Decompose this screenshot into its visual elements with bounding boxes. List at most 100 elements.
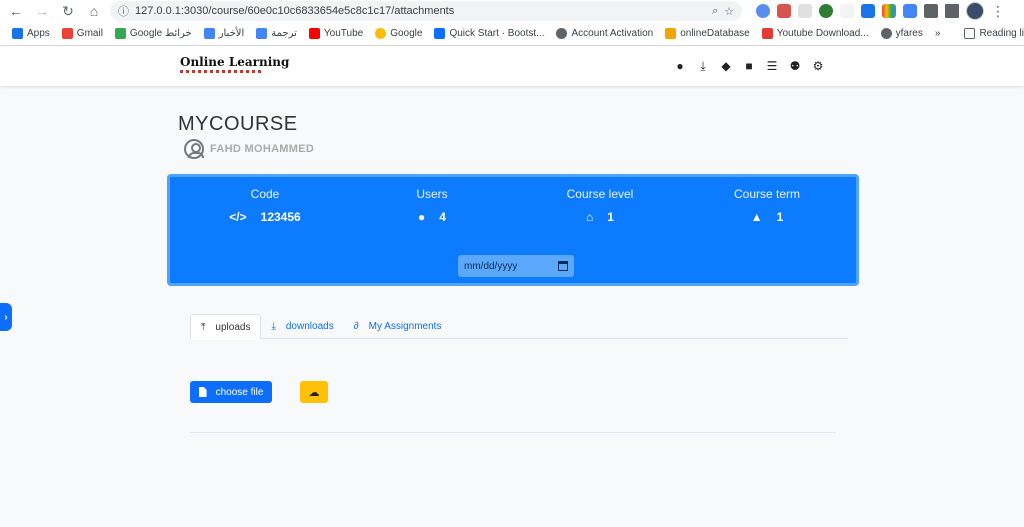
- bookmark-apps[interactable]: Apps: [6, 28, 56, 39]
- video-icon[interactable]: ■: [743, 59, 755, 74]
- bookmark-maps[interactable]: Google خرائط: [109, 28, 198, 39]
- extensions: ⋮: [756, 2, 1005, 20]
- users-icon[interactable]: ⚉: [789, 59, 801, 74]
- level-label: Course level: [566, 187, 634, 201]
- download-icon: ⤓: [271, 321, 276, 332]
- term-value: 1: [776, 210, 784, 224]
- bookmark-label: yfares: [895, 28, 923, 39]
- file-icon: [198, 387, 207, 397]
- calendar-icon[interactable]: [558, 261, 568, 271]
- instructor: FAHD MOHAMMED: [184, 139, 314, 159]
- bookmark-google[interactable]: Google: [369, 28, 428, 39]
- users-value: 4: [439, 210, 446, 224]
- profile-avatar[interactable]: [966, 2, 984, 20]
- course-info-card: Code </> 123456 Users ● 4 Course level ⌂…: [167, 174, 859, 286]
- choose-file-button[interactable]: choose file: [190, 381, 272, 403]
- reading-list[interactable]: Reading list: [958, 28, 1024, 39]
- playlist-icon[interactable]: [945, 4, 959, 18]
- date-input[interactable]: mm/dd/yyyy: [458, 255, 574, 277]
- extension-icon[interactable]: [882, 4, 896, 18]
- user-icon[interactable]: ●: [674, 59, 686, 74]
- code-label: Code: [250, 187, 280, 201]
- logo-text: Online Learning: [180, 55, 290, 69]
- sidebar-toggle-button[interactable]: ›: [0, 303, 12, 331]
- users-value-row: ● 4: [342, 210, 522, 224]
- bookmark-yfares[interactable]: yfares: [875, 28, 929, 39]
- back-icon[interactable]: ←: [6, 1, 26, 21]
- tab-uploads[interactable]: ⤒ uploads: [190, 314, 262, 340]
- reload-icon[interactable]: ↻: [58, 1, 78, 21]
- site-logo[interactable]: Online Learning: [180, 55, 289, 73]
- extension-icon[interactable]: [861, 4, 875, 18]
- bookmark-label: Google: [390, 28, 423, 39]
- extension-icon[interactable]: [840, 4, 854, 18]
- code-icon: </>: [229, 210, 247, 224]
- youtube-icon: [308, 28, 320, 39]
- download-icon[interactable]: ⤓: [697, 59, 709, 74]
- bookmark-database[interactable]: onlineDatabase: [659, 28, 756, 39]
- tab-downloads[interactable]: ⤓ downloads: [261, 314, 343, 339]
- bookmark-label: Google خرائط: [129, 28, 192, 39]
- bookmark-label: ترجمة: [271, 28, 297, 39]
- user-icon: ●: [418, 210, 426, 224]
- bookmark-bootstrap[interactable]: Quick Start · Bootst...: [428, 28, 550, 39]
- translate-icon: [256, 28, 268, 39]
- extension-icon[interactable]: [903, 4, 917, 18]
- extension-icon[interactable]: [819, 4, 833, 18]
- date-placeholder: mm/dd/yyyy: [464, 260, 518, 272]
- tab-assignments[interactable]: ∂ My Assignments: [344, 314, 452, 339]
- more-bookmarks[interactable]: »: [929, 28, 947, 39]
- globe-icon: [556, 28, 568, 39]
- list-icon[interactable]: ☰: [766, 59, 778, 74]
- bookmark-gmail[interactable]: Gmail: [56, 28, 109, 39]
- menu-icon[interactable]: ⋮: [991, 3, 1005, 20]
- bookmark-label: Gmail: [76, 28, 103, 39]
- cloud-upload-icon: ☁: [308, 386, 320, 399]
- tab-label: uploads: [215, 321, 251, 333]
- upload-button[interactable]: ☁: [300, 381, 328, 403]
- bookmark-translate[interactable]: ترجمة: [250, 28, 303, 39]
- star-icon[interactable]: ☆: [724, 5, 734, 18]
- extension-icon[interactable]: [798, 4, 812, 18]
- forward-icon[interactable]: →: [32, 1, 52, 21]
- term-label: Course term: [733, 187, 801, 201]
- info-level: Course level ⌂ 1: [510, 187, 690, 224]
- code-value-row: </> 123456: [175, 210, 355, 224]
- bookmark-label: YouTube: [323, 28, 364, 39]
- bookmark-youtube[interactable]: YouTube: [303, 28, 369, 39]
- google-icon: [375, 28, 387, 39]
- browser-toolbar: ← → ↻ ⌂ ⓘ 127.0.0.1:3030/course/60e0c10c…: [0, 0, 1024, 22]
- zoom-icon[interactable]: ⌕: [712, 5, 718, 18]
- database-icon: [665, 28, 677, 39]
- tab-label: My Assignments: [368, 321, 442, 332]
- navbar-icons: ● ⤓ ◆ ■ ☰ ⚉ ⚙: [674, 59, 824, 74]
- apps-icon: [12, 28, 23, 39]
- bookmark-label: الأخبار: [218, 28, 245, 39]
- instructor-name: FAHD MOHAMMED: [210, 143, 315, 155]
- upload-icon: ⤒: [201, 321, 206, 333]
- bookmark-label: Account Activation: [571, 28, 654, 39]
- reading-list-label: Reading list: [979, 28, 1024, 39]
- bookmark-label: Apps: [27, 28, 50, 39]
- puzzle-icon[interactable]: [924, 4, 938, 18]
- bookmark-label: Youtube Download...: [776, 28, 869, 39]
- bookmark-ytdownload[interactable]: Youtube Download...: [756, 28, 875, 39]
- bookmark-label: Quick Start · Bootst...: [449, 28, 545, 39]
- bookmark-news[interactable]: الأخبار: [198, 28, 251, 39]
- download-bookmark-icon: [761, 28, 773, 39]
- maps-icon: [114, 28, 126, 39]
- home-icon[interactable]: ⌂: [84, 1, 104, 21]
- settings-icon[interactable]: ⚙: [812, 59, 824, 74]
- level-value-row: ⌂ 1: [510, 210, 690, 224]
- divider: [190, 432, 836, 433]
- bookmark-activation[interactable]: Account Activation: [550, 28, 659, 39]
- extension-icon[interactable]: [777, 4, 791, 18]
- comments-icon[interactable]: ◆: [720, 59, 732, 74]
- paperclip-icon: ∂: [353, 321, 359, 332]
- bookmarks-bar: Apps Gmail Google خرائط الأخبار ترجمة Yo…: [0, 22, 1024, 46]
- url-text[interactable]: 127.0.0.1:3030/course/60e0c10c6833654e5c…: [135, 5, 706, 17]
- address-bar[interactable]: ⓘ 127.0.0.1:3030/course/60e0c10c6833654e…: [110, 1, 742, 21]
- info-icon[interactable]: ⓘ: [118, 3, 129, 19]
- level-value: 1: [607, 210, 614, 224]
- extension-icon[interactable]: [756, 4, 770, 18]
